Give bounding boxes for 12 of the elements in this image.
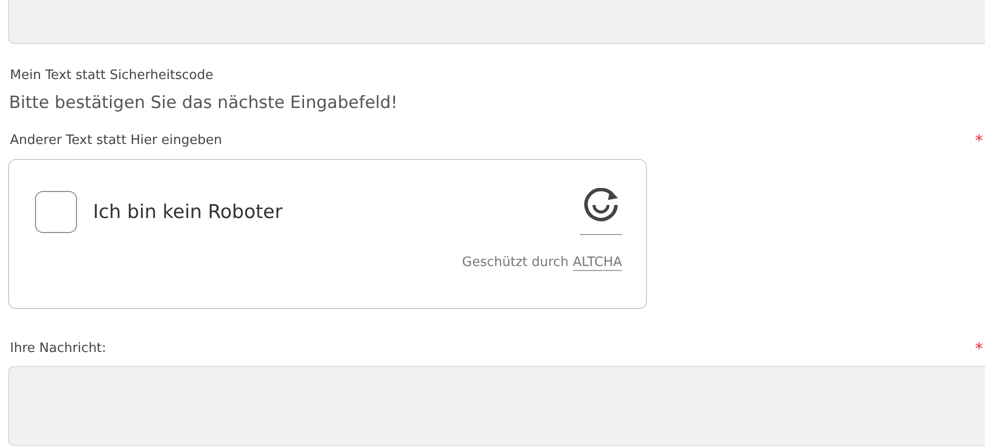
- instruction-text: Bitte bestätigen Sie das nächste Eingabefeld!: [9, 93, 399, 113]
- checkbox[interactable]: [35, 190, 77, 232]
- field-label: Anderer Text statt Hier eingeben: [10, 133, 222, 148]
- protected-by-text: Geschützt durch: [462, 255, 569, 270]
- field-label: Ihre Nachricht:: [10, 341, 106, 356]
- required-mark: *: [975, 131, 983, 150]
- checkbox-label: Ich bin kein Roboter: [93, 200, 283, 222]
- altcha-link[interactable]: ALTCHA: [572, 255, 622, 271]
- section-label: Mein Text statt Sicherheitscode: [10, 68, 214, 83]
- message-field[interactable]: [8, 366, 985, 446]
- required-mark: *: [975, 339, 983, 358]
- input-field[interactable]: [8, 0, 985, 44]
